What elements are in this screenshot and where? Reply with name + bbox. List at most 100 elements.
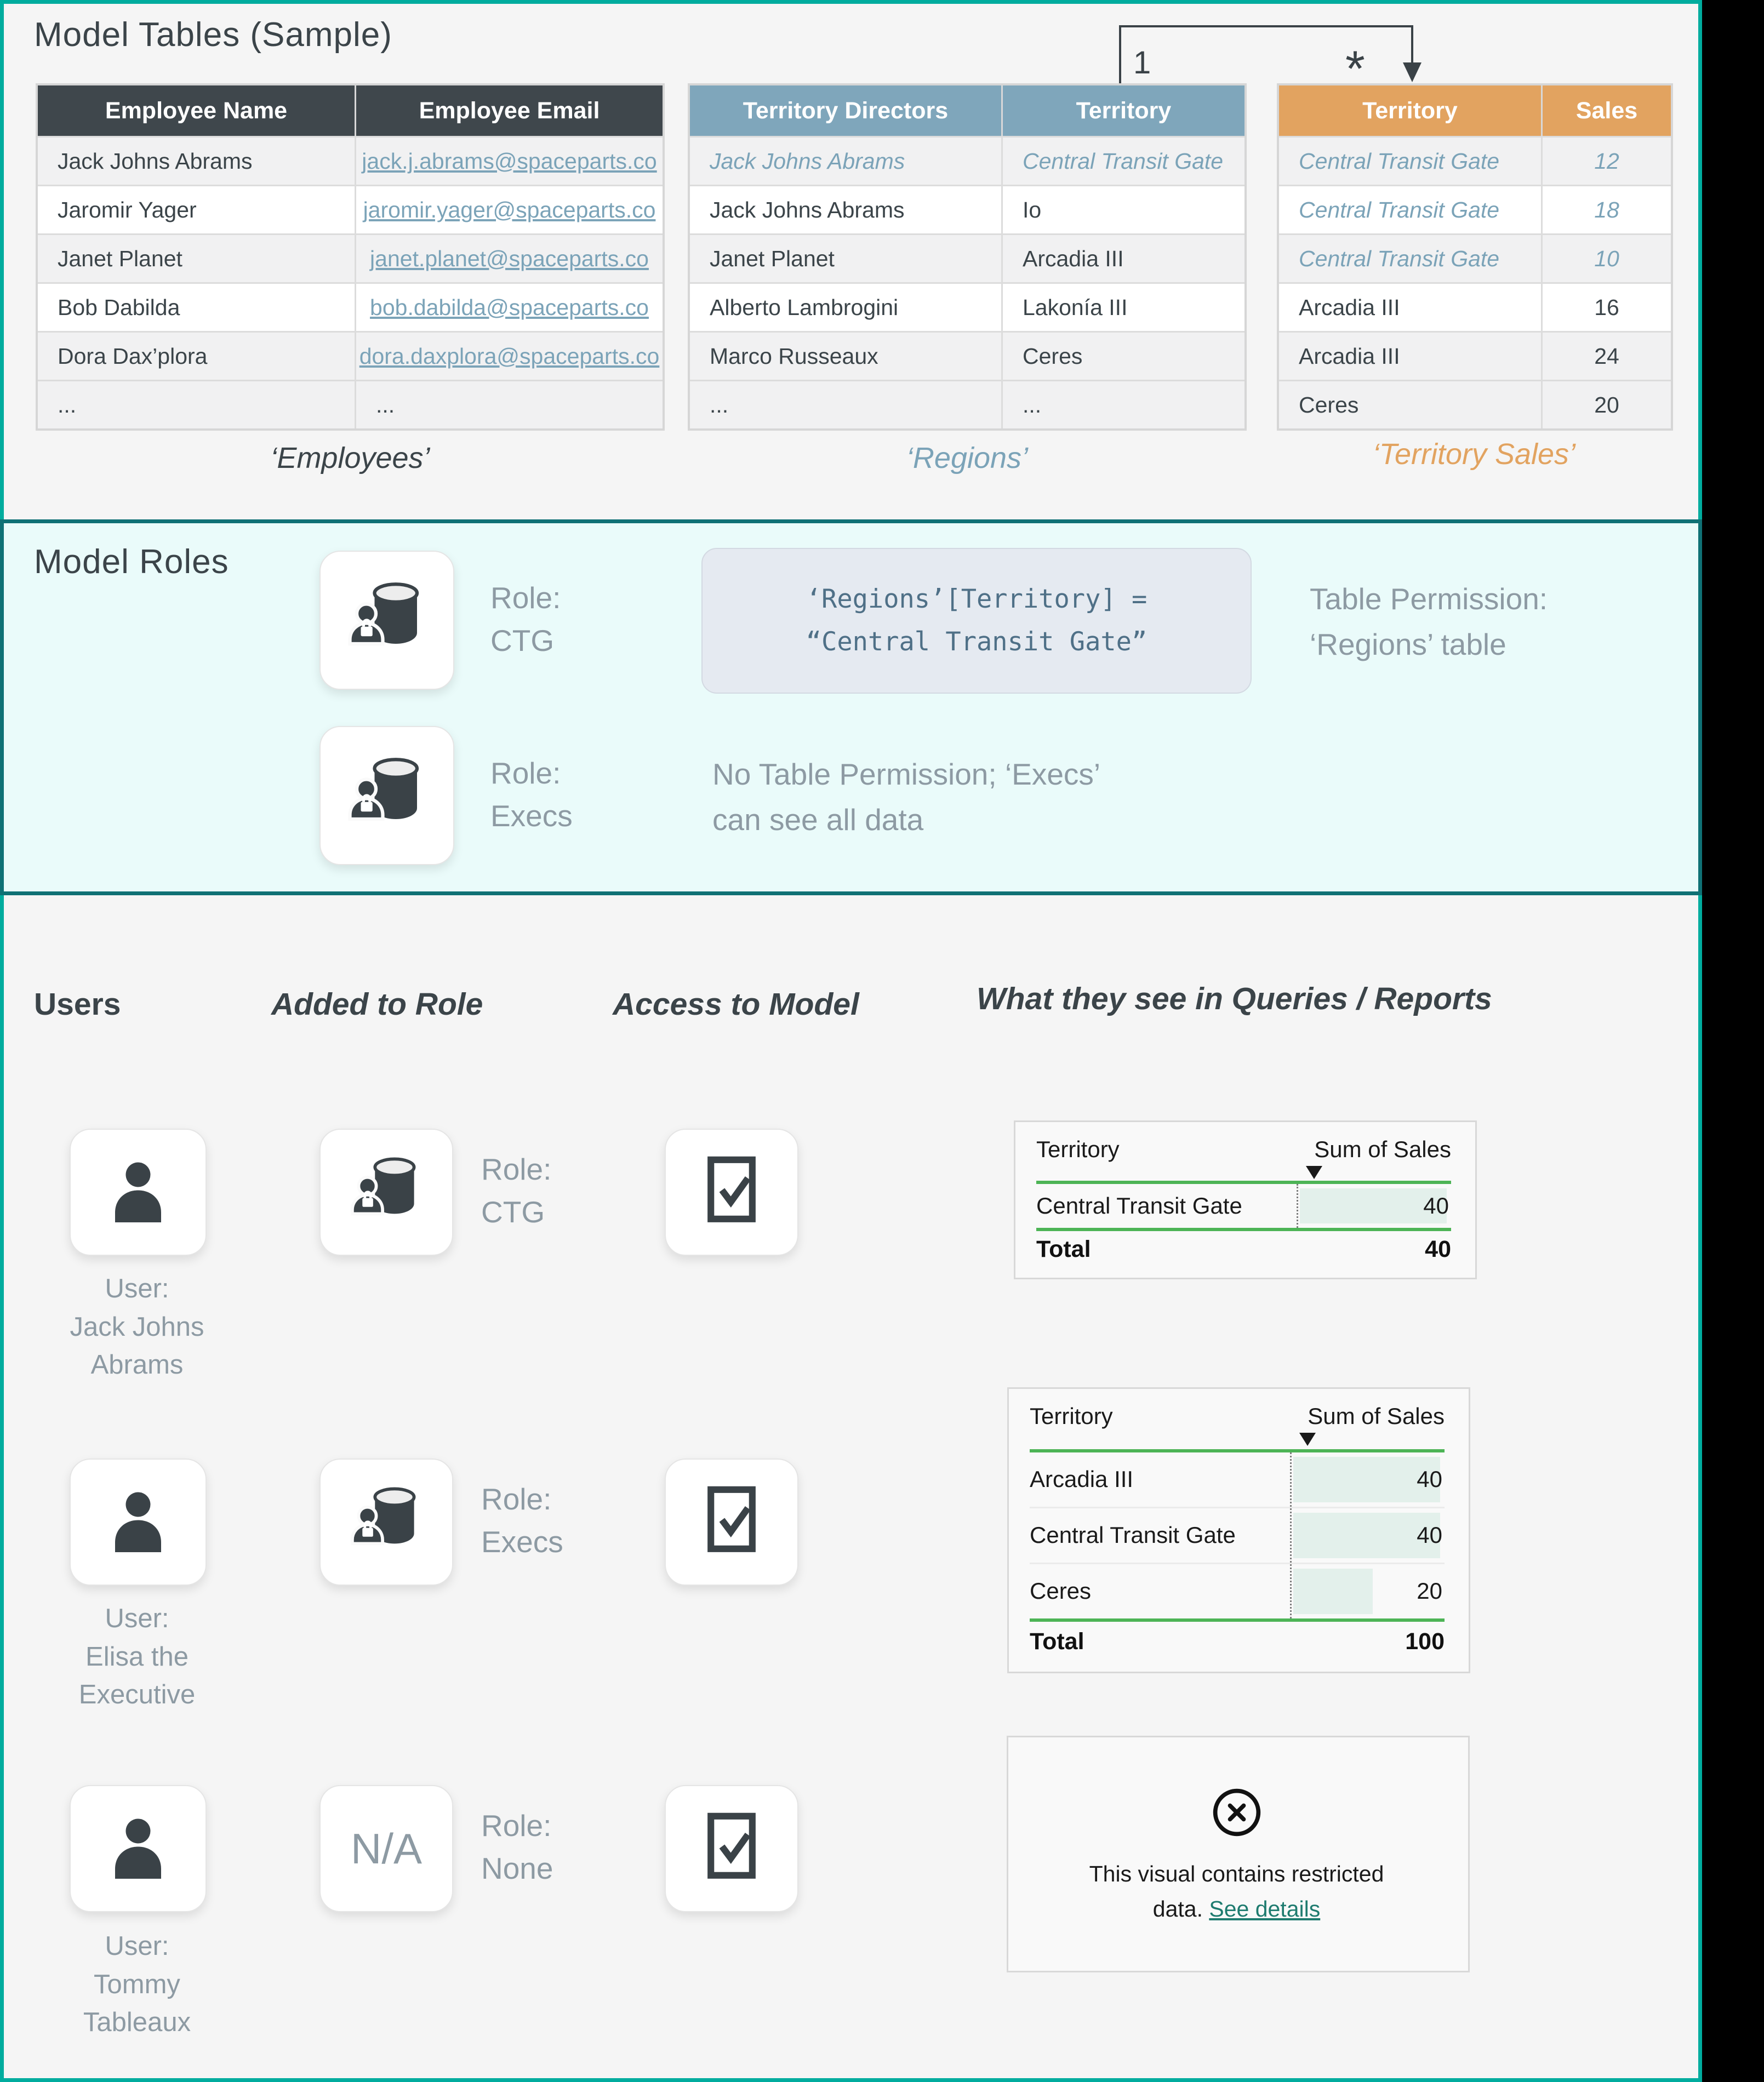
role-text-row2: Role: Execs	[481, 1478, 563, 1563]
employees-table: Employee Name Employee Email Jack Johns …	[36, 83, 665, 431]
relationship-arrow-icon	[1403, 62, 1422, 82]
table-row: Dora Dax’plora dora.daxplora@spaceparts.…	[38, 331, 663, 380]
visual-col-sales[interactable]: Sum of Sales	[1314, 1136, 1451, 1163]
email-link[interactable]: jack.j.abrams@spaceparts.co	[362, 148, 656, 174]
visual-col-territory: Territory	[1030, 1403, 1113, 1429]
sort-descending-icon[interactable]	[1306, 1166, 1322, 1179]
column-header: Territory	[1279, 85, 1541, 136]
role-card-ctg	[319, 1129, 453, 1256]
role-execs-permission-note: No Table Permission; ‘Execs’ can see all…	[712, 752, 1100, 842]
relationship-line-right	[1411, 25, 1413, 64]
visual-row: Ceres 20	[1030, 1563, 1445, 1618]
role-label: Role:	[490, 752, 573, 794]
table-row: Central Transit Gate 18	[1279, 185, 1671, 233]
table-row: ... ...	[690, 380, 1244, 428]
table-row: ... ...	[38, 380, 663, 428]
email-link[interactable]: dora.daxplora@spaceparts.co	[359, 344, 660, 369]
territory-sales-table-header: Territory Sales	[1279, 85, 1671, 136]
database-security-icon	[349, 1153, 424, 1232]
table-row: Jack Johns Abrams Io	[690, 185, 1244, 233]
sort-descending-icon[interactable]	[1299, 1433, 1316, 1446]
dax-code-line: ‘Regions’[Territory] =	[806, 578, 1148, 621]
checkbox-checked-icon	[701, 1484, 762, 1560]
visual-row: Central Transit Gate 40	[1030, 1507, 1445, 1563]
column-header: Territory	[1001, 85, 1244, 136]
table-row: Central Transit Gate 10	[1279, 233, 1671, 282]
email-link[interactable]: jaromir.yager@spaceparts.co	[363, 197, 656, 223]
user-label-jack: User: Jack Johns Abrams	[22, 1270, 252, 1385]
role-name: CTG	[490, 619, 561, 662]
dax-code-line: “Central Transit Gate”	[806, 621, 1148, 664]
role-text-row3: Role: None	[481, 1804, 553, 1890]
relationship-line-left	[1119, 25, 1121, 83]
dax-filter-code: ‘Regions’[Territory] = “Central Transit …	[701, 548, 1252, 694]
territory-sales-caption: ‘Territory Sales’	[1373, 437, 1575, 471]
person-icon	[97, 1150, 179, 1235]
visual-col-territory: Territory	[1036, 1136, 1120, 1163]
access-card-row2	[665, 1458, 798, 1586]
employees-table-header: Employee Name Employee Email	[38, 85, 663, 136]
database-security-icon	[346, 753, 428, 838]
database-security-icon	[349, 1483, 424, 1561]
table-row: Bob Dabilda bob.dabilda@spaceparts.co	[38, 282, 663, 331]
table-row: Marco Russeaux Ceres	[690, 331, 1244, 380]
table-row: Arcadia III 24	[1279, 331, 1671, 380]
report-visual-ctg: Territory Sum of Sales Central Transit G…	[1014, 1120, 1477, 1279]
role-card-none: N/A	[319, 1785, 453, 1912]
role-ctg-label: Role: CTG	[490, 576, 561, 662]
role-name: Execs	[490, 794, 573, 837]
report-visual-restricted: This visual contains restricted data. Se…	[1007, 1736, 1470, 1972]
access-card-row3	[665, 1785, 798, 1912]
visual-total-row: Total 100	[1030, 1622, 1445, 1662]
access-card-row1	[665, 1129, 798, 1256]
role-text-row1: Role: CTG	[481, 1148, 551, 1233]
infographic-canvas: Model Tables (Sample) 1 * Employee Name …	[0, 0, 1764, 2082]
users-header: Users	[34, 986, 121, 1022]
user-label-tommy: User: Tommy Tableaux	[22, 1927, 252, 2042]
visual-col-sales[interactable]: Sum of Sales	[1308, 1403, 1445, 1429]
checkbox-checked-icon	[701, 1154, 762, 1231]
restricted-message: This visual contains restricted data. Se…	[1089, 1857, 1384, 1926]
user-label-elisa: User: Elisa the Executive	[22, 1600, 252, 1714]
table-row: Arcadia III 16	[1279, 282, 1671, 331]
column-header: Employee Email	[355, 85, 663, 136]
added-to-role-header: Added to Role	[271, 986, 483, 1022]
visual-header: Territory Sum of Sales	[1030, 1403, 1445, 1429]
column-header: Employee Name	[38, 85, 355, 136]
model-roles-title: Model Roles	[34, 542, 229, 581]
person-icon	[97, 1480, 179, 1565]
databar	[1293, 1569, 1373, 1614]
na-label: N/A	[351, 1824, 422, 1874]
table-row: Janet Planet janet.planet@spaceparts.co	[38, 233, 663, 282]
access-to-model-header: Access to Model	[613, 986, 859, 1022]
regions-table-header: Territory Directors Territory	[690, 85, 1244, 136]
visual-header: Territory Sum of Sales	[1036, 1136, 1451, 1163]
table-row: Jaromir Yager jaromir.yager@spaceparts.c…	[38, 185, 663, 233]
visual-total-row: Total 40	[1036, 1231, 1451, 1268]
table-row: Jack Johns Abrams jack.j.abrams@spacepar…	[38, 136, 663, 185]
regions-table: Territory Directors Territory Jack Johns…	[688, 83, 1247, 431]
employees-caption: ‘Employees’	[270, 441, 430, 475]
role-ctg-permission-note: Table Permission: ‘Regions’ table	[1310, 576, 1548, 667]
role-label: Role:	[490, 576, 561, 619]
see-details-link[interactable]: See details	[1209, 1896, 1320, 1921]
table-row: Alberto Lambrogini Lakonía III	[690, 282, 1244, 331]
role-execs-label: Role: Execs	[490, 752, 573, 837]
database-security-icon	[346, 578, 428, 663]
email-link[interactable]: janet.planet@spaceparts.co	[370, 246, 649, 272]
regions-caption: ‘Regions’	[906, 441, 1028, 475]
column-header: Territory Directors	[690, 85, 1001, 136]
table-row: Jack Johns Abrams Central Transit Gate	[690, 136, 1244, 185]
relationship-line-horizontal	[1119, 25, 1413, 27]
table-row: Central Transit Gate 12	[1279, 136, 1671, 185]
user-card-jack	[70, 1129, 207, 1256]
visual-row: Arcadia III 40	[1030, 1452, 1445, 1507]
table-row: Janet Planet Arcadia III	[690, 233, 1244, 282]
checkbox-checked-icon	[701, 1810, 762, 1887]
model-tables-title: Model Tables (Sample)	[34, 15, 392, 54]
role-execs-card	[319, 726, 454, 865]
relationship-one-label: 1	[1133, 47, 1151, 79]
report-visual-execs: Territory Sum of Sales Arcadia III 40 Ce…	[1007, 1387, 1470, 1673]
user-card-elisa	[70, 1458, 207, 1586]
email-link[interactable]: bob.dabilda@spaceparts.co	[370, 295, 649, 321]
